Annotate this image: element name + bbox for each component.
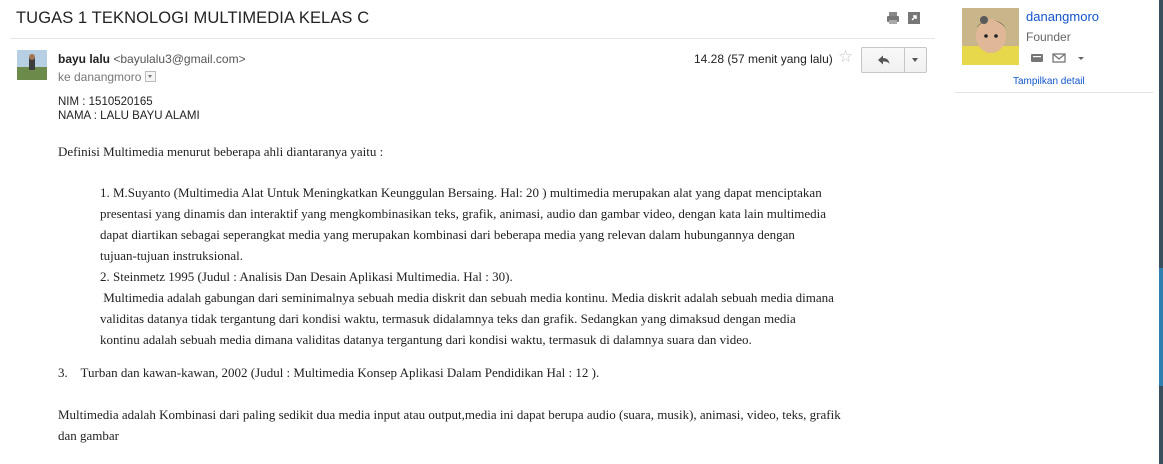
list-item-1-line: tujuan-tujuan instruksional. (100, 248, 243, 263)
contact-role: Founder (1026, 30, 1071, 44)
email-timestamp: 14.28 (57 menit yang lalu) (694, 52, 833, 66)
subject-bar: TUGAS 1 TEKNOLOGI MULTIMEDIA KELAS C (0, 0, 935, 36)
print-icon[interactable] (886, 11, 900, 25)
window-edge-highlight (1159, 268, 1163, 386)
body-nim: NIM : 1510520165 (58, 96, 153, 108)
recipient-label: ke danangmoro (58, 70, 142, 84)
reply-button-group (861, 47, 927, 73)
show-details-link[interactable]: Tampilkan detail (1013, 76, 1085, 87)
list-item-1: 1. M.Suyanto (Multimedia Alat Untuk Meni… (100, 182, 885, 266)
body-closing: Multimedia adalah Kombinasi dari paling … (58, 404, 885, 446)
recipient-line: ke danangmoro (58, 70, 157, 84)
list-item-2-title: 2. Steinmetz 1995 (Judul : Analisis Dan … (100, 269, 513, 284)
open-in-new-window-icon[interactable] (907, 11, 921, 25)
sender-name[interactable]: bayu lalu (58, 52, 110, 66)
list-item-1-line: dapat diartikan sebagai seperangkat medi… (100, 227, 795, 242)
sender-email: <bayulalu3@gmail.com> (113, 52, 246, 66)
list-item-2-body: Multimedia adalah gabungan dari seminima… (100, 287, 885, 350)
subject-divider (10, 38, 935, 39)
closing-line: Multimedia adalah Kombinasi dari paling … (58, 407, 841, 422)
list-item-2-line: kontinu adalah sebuah media dimana valid… (100, 332, 752, 347)
recipient-details-dropdown-icon[interactable] (145, 71, 157, 82)
email-subject: TUGAS 1 TEKNOLOGI MULTIMEDIA KELAS C (16, 9, 370, 27)
chat-icon[interactable] (1030, 51, 1044, 65)
body-nama: NAMA : LALU BAYU ALAMI (58, 110, 200, 122)
mail-icon[interactable] (1052, 51, 1066, 65)
window-edge (1159, 0, 1163, 464)
reply-icon (878, 55, 890, 65)
list-item-2-line: validitas datanya tidak tergantung dari … (100, 311, 796, 326)
list-item-3: 3. Turban dan kawan-kawan, 2002 (Judul :… (58, 365, 600, 380)
sender-line: bayu lalu <bayulalu3@gmail.com> (58, 52, 246, 66)
contact-avatar[interactable] (962, 8, 1019, 65)
closing-line: dan gambar (58, 428, 120, 443)
chevron-down-icon[interactable] (1076, 51, 1086, 65)
list-item-1-line: presentasi yang dinamis dan interaktif y… (100, 206, 826, 221)
star-icon[interactable]: ☆ (838, 47, 853, 67)
body-intro: Definisi Multimedia menurut beberapa ahl… (58, 144, 384, 159)
reply-button[interactable] (862, 48, 905, 72)
more-options-button[interactable] (905, 48, 926, 72)
list-item-1-line: 1. M.Suyanto (Multimedia Alat Untuk Meni… (100, 185, 822, 200)
list-item-2-line: Multimedia adalah gabungan dari seminima… (100, 290, 834, 305)
sender-avatar[interactable] (17, 50, 47, 80)
sidebar-divider (955, 92, 1153, 93)
contact-name[interactable]: danangmoro (1026, 9, 1099, 24)
